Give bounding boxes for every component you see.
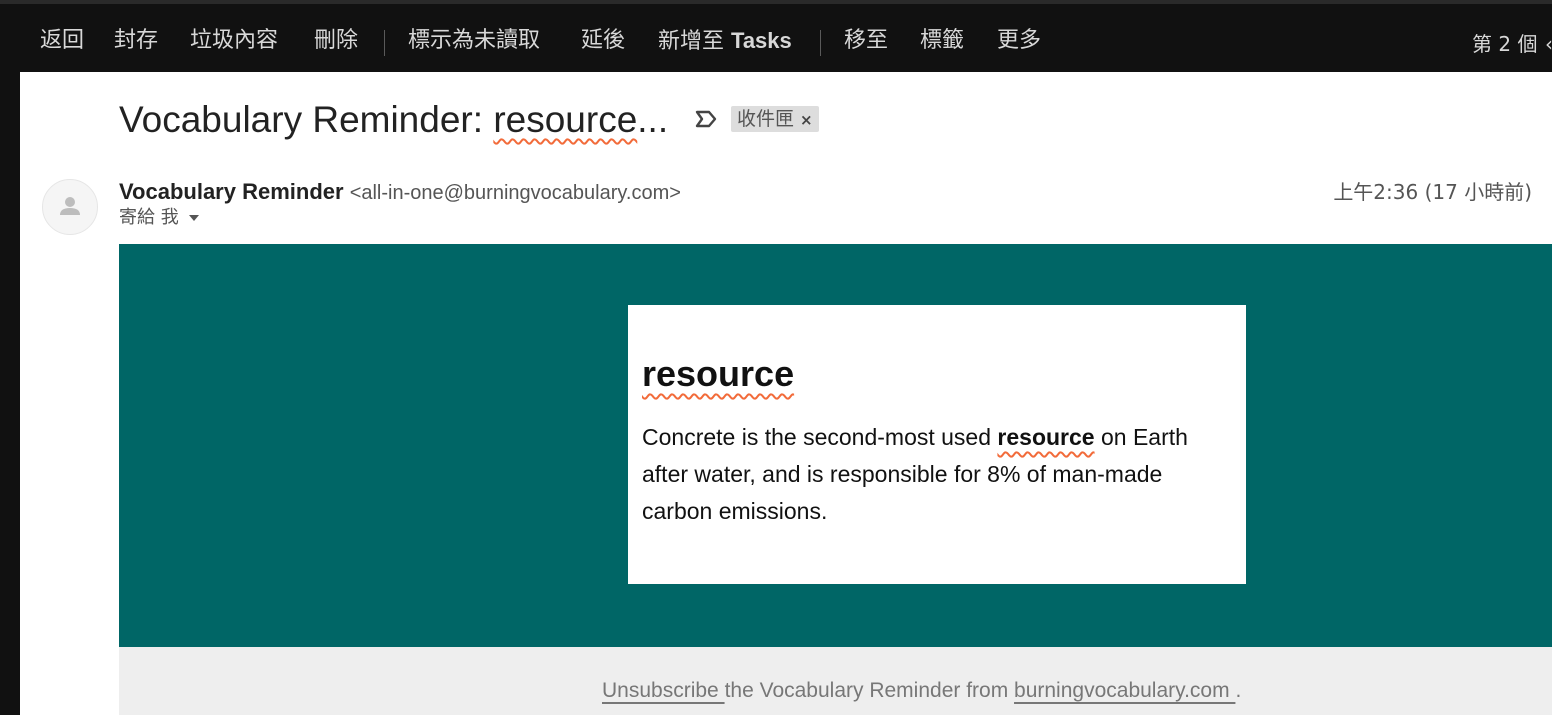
add-to-tasks-label: Tasks xyxy=(731,28,792,53)
email-view: Vocabulary Reminder: resource... 收件匣 × Vo… xyxy=(20,72,1552,715)
footer-text: Unsubscribe the Vocabulary Reminder from… xyxy=(602,677,1241,705)
recipient-line: 寄給 我 xyxy=(119,205,199,231)
sentence-highlight: resource xyxy=(997,424,1095,450)
vocabulary-banner: resource Concrete is the second-most use… xyxy=(119,244,1552,647)
email-footer: Unsubscribe the Vocabulary Reminder from… xyxy=(119,647,1552,715)
snooze-button[interactable]: 延後 xyxy=(581,26,625,56)
avatar xyxy=(42,179,98,235)
subject-word: resource xyxy=(493,99,638,140)
footer-middle-text: the Vocabulary Reminder from xyxy=(724,679,1015,702)
footer-end: . xyxy=(1235,679,1242,702)
more-button[interactable]: 更多 xyxy=(997,26,1041,56)
labels-button[interactable]: 標籤 xyxy=(920,26,964,56)
remove-label-icon[interactable]: × xyxy=(800,111,813,129)
sender-line: Vocabulary Reminder <all-in-one@burningv… xyxy=(119,178,681,207)
delete-button[interactable]: 刪除 xyxy=(314,26,358,56)
back-button[interactable]: 返回 xyxy=(40,26,84,56)
move-to-button[interactable]: 移至 xyxy=(844,26,888,56)
sender-name: Vocabulary Reminder xyxy=(119,179,344,204)
example-sentence: Concrete is the second-most used resourc… xyxy=(642,419,1232,530)
important-marker-icon[interactable] xyxy=(694,108,718,130)
vocabulary-word: resource xyxy=(642,351,1232,397)
inbox-label-chip: 收件匣 × xyxy=(731,106,819,132)
email-subject: Vocabulary Reminder: resource... xyxy=(119,96,668,144)
sender-email: <all-in-one@burningvocabulary.com> xyxy=(349,182,681,204)
add-to-tasks-button[interactable]: 新增至 Tasks xyxy=(658,26,792,57)
subject-ellipsis: ... xyxy=(637,99,669,140)
subject-prefix: Vocabulary Reminder: xyxy=(119,99,494,140)
spam-button[interactable]: 垃圾內容 xyxy=(190,26,278,56)
show-details-dropdown-icon[interactable] xyxy=(188,215,199,221)
toolbar: 返回 封存 垃圾內容 刪除 標示為未讀取 延後 新增至 Tasks 移至 標籤 … xyxy=(0,0,1552,72)
inbox-label: 收件匣 xyxy=(737,108,795,130)
person-icon xyxy=(60,197,80,215)
mark-unread-button[interactable]: 標示為未讀取 xyxy=(408,26,540,56)
previous-message-button[interactable]: ‹ xyxy=(1545,29,1552,59)
archive-button[interactable]: 封存 xyxy=(114,26,158,56)
toolbar-divider xyxy=(384,30,385,56)
add-to-tasks-prefix: 新增至 xyxy=(658,29,725,54)
message-count: 第 2 個 xyxy=(1472,32,1538,56)
email-timestamp: 上午2:36 (17 小時前) xyxy=(1333,180,1532,204)
vocabulary-card: resource Concrete is the second-most use… xyxy=(628,305,1246,584)
recipient-text: 寄給 我 xyxy=(119,207,179,228)
vocabulary-word-text: resource xyxy=(642,353,795,394)
site-link[interactable]: burningvocabulary.com xyxy=(1014,679,1235,702)
toolbar-divider xyxy=(820,30,821,56)
unsubscribe-link[interactable]: Unsubscribe xyxy=(602,679,725,702)
sentence-start: Concrete is the second-most used xyxy=(642,424,998,450)
